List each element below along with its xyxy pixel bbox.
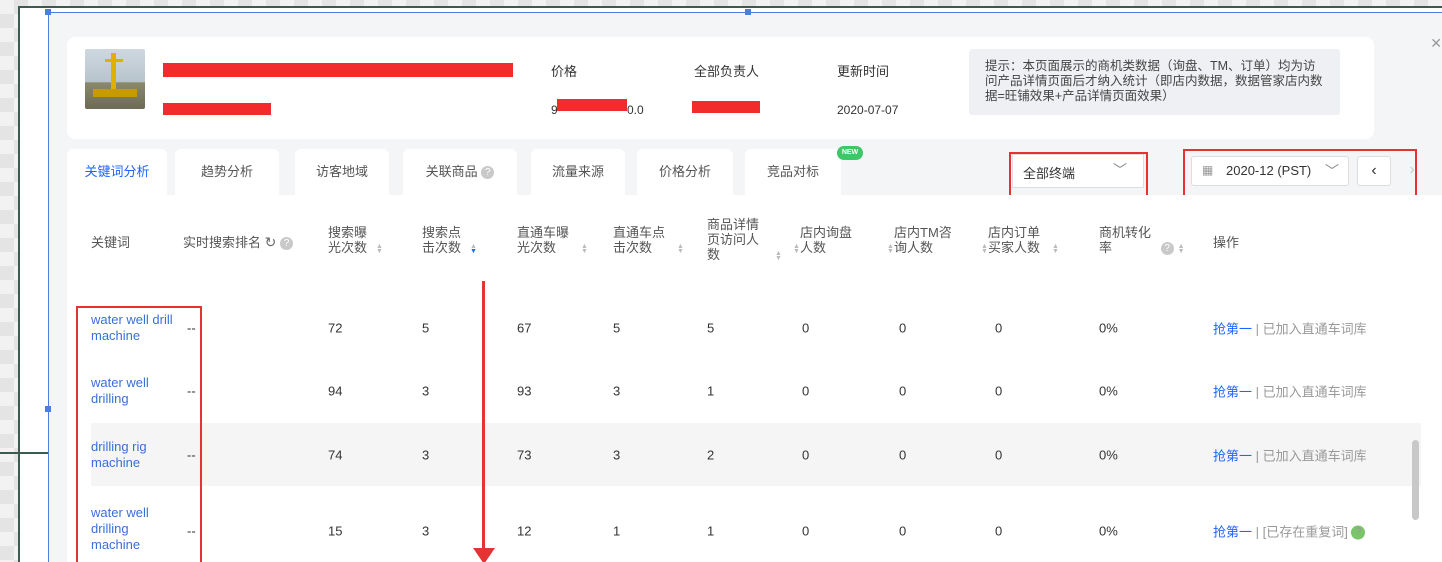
selection-handle[interactable] (45, 406, 51, 412)
selection-outline (48, 12, 1442, 562)
background-divider-line (0, 452, 48, 454)
selection-handle[interactable] (45, 9, 51, 15)
selection-handle[interactable] (745, 9, 751, 15)
